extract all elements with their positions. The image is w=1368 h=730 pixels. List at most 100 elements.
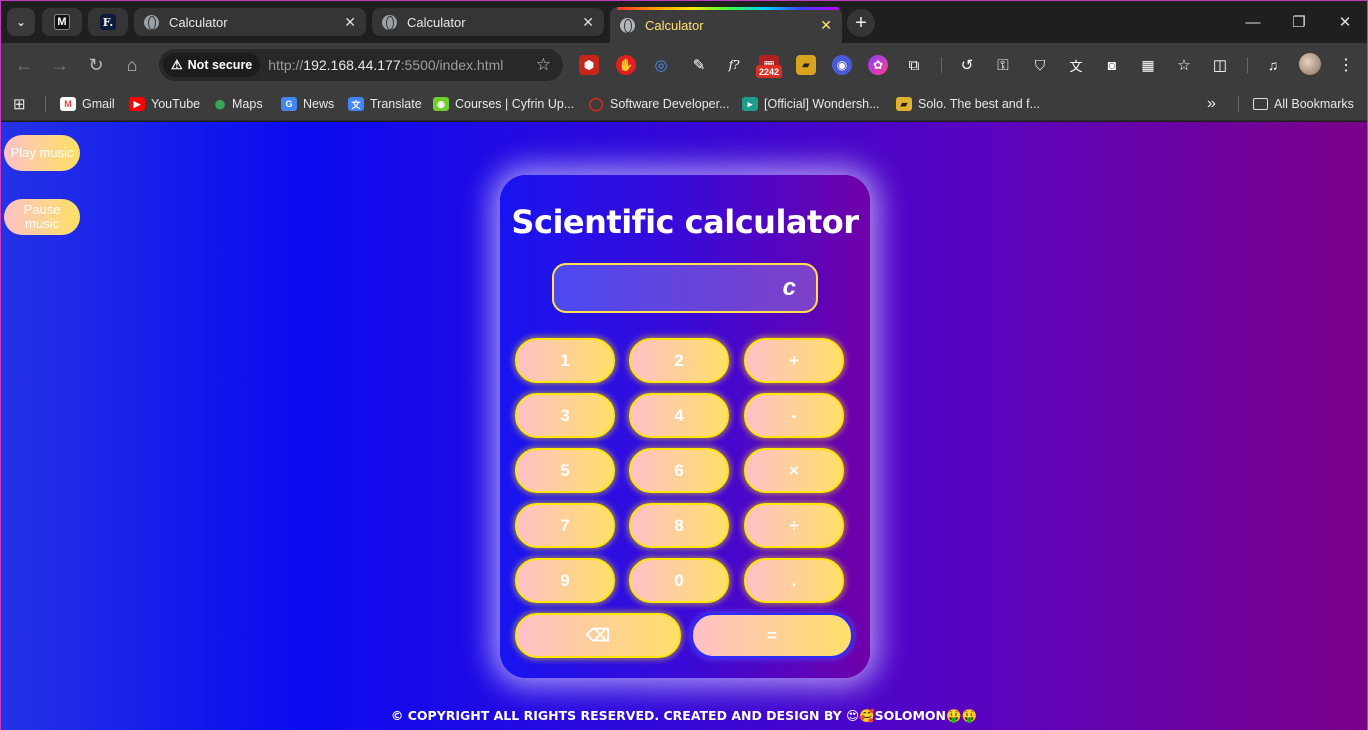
key-6[interactable]: 6 <box>629 448 729 493</box>
bookmark-label: Maps <box>232 97 263 111</box>
key-0[interactable]: 0 <box>629 558 729 603</box>
key-minus[interactable]: - <box>744 393 844 438</box>
window-close-button[interactable]: ✕ <box>1322 9 1368 35</box>
close-icon[interactable]: ✕ <box>820 17 832 34</box>
wondershare-icon: ▸ <box>742 97 758 111</box>
password-key-icon[interactable]: ⚿ <box>993 55 1013 75</box>
adblock-extension-icon[interactable]: ✋ <box>616 55 636 75</box>
side-panel-icon[interactable]: ◫ <box>1210 55 1230 75</box>
maps-pin-icon: ⬤ <box>214 98 226 109</box>
key-7[interactable]: 7 <box>515 503 615 548</box>
f-logo-icon: F. <box>100 14 116 30</box>
m-logo-icon: M <box>54 14 70 30</box>
bookmark-translate[interactable]: 文 Translate <box>348 94 422 114</box>
url-text[interactable]: http://192.168.44.177:5500/index.html <box>268 57 503 73</box>
tab-calculator-2[interactable]: Calculator ✕ <box>372 8 604 36</box>
history-icon[interactable]: ↺ <box>957 55 977 75</box>
bookmark-label: News <box>303 97 335 111</box>
close-icon[interactable]: ✕ <box>582 14 594 31</box>
font-extension-icon[interactable]: f? <box>724 55 744 75</box>
key-divide[interactable]: ÷ <box>744 503 844 548</box>
bookmark-wondershare[interactable]: ▸ [Official] Wondersh... <box>742 94 880 114</box>
lens-icon[interactable]: ◙ <box>1102 55 1122 75</box>
bookmark-youtube[interactable]: ▶ YouTube <box>129 94 200 114</box>
tab-calculator-1[interactable]: Calculator ✕ <box>134 8 366 36</box>
qr-code-icon[interactable]: ▦ <box>1138 55 1158 75</box>
close-icon[interactable]: ✕ <box>344 14 356 31</box>
globe-icon <box>144 14 159 30</box>
tab-calculator-active[interactable]: Calculator ✕ <box>610 7 842 43</box>
key-2[interactable]: 2 <box>629 338 729 383</box>
brain-extension-icon[interactable]: ✿ <box>868 55 888 75</box>
folder-icon <box>1253 98 1268 110</box>
more-menu-icon[interactable]: ⋮ <box>1336 55 1356 75</box>
key-equals[interactable]: = <box>691 613 853 658</box>
all-bookmarks-button[interactable]: All Bookmarks <box>1253 94 1354 114</box>
key-9[interactable]: 9 <box>515 558 615 603</box>
bookmark-solo[interactable]: ▰ Solo. The best and f... <box>896 94 1040 114</box>
bookmark-label: YouTube <box>151 97 201 111</box>
back-button[interactable]: ← <box>10 51 38 79</box>
bookmarks-divider <box>45 96 46 112</box>
minimize-button[interactable]: — <box>1230 9 1276 35</box>
profile-avatar[interactable] <box>1299 53 1321 75</box>
tab-title: Calculator <box>169 14 228 30</box>
extensions-puzzle-icon[interactable]: ⧉ <box>904 55 924 75</box>
apps-grid-icon[interactable]: ⊞ <box>13 94 26 114</box>
bookmark-label: Translate <box>370 97 422 111</box>
bookmark-cyfrin[interactable]: ◉ Courses | Cyfrin Up... <box>433 94 574 114</box>
calculator-title: Scientific calculator <box>511 203 859 241</box>
bookmarks-overflow-icon[interactable]: » <box>1207 94 1216 114</box>
key-1[interactable]: 1 <box>515 338 615 383</box>
bookmark-software-developer[interactable]: ◯ Software Developer... <box>588 94 730 114</box>
address-bar[interactable]: ⚠ Not secure http://192.168.44.177:5500/… <box>159 49 563 81</box>
pdf-extension-icon[interactable]: ⬢ <box>579 55 599 75</box>
reload-button[interactable]: ↻ <box>82 51 110 79</box>
pause-music-button[interactable]: Pause music <box>4 199 80 235</box>
new-tab-button[interactable]: + <box>847 9 875 37</box>
forward-button[interactable]: → <box>46 51 74 79</box>
key-decimal[interactable]: . <box>744 558 844 603</box>
media-control-icon[interactable]: ♫ <box>1263 55 1283 75</box>
key-3[interactable]: 3 <box>515 393 615 438</box>
translate-icon: 文 <box>348 97 364 111</box>
bookmark-maps[interactable]: ⬤ Maps <box>214 94 263 114</box>
key-8[interactable]: 8 <box>629 503 729 548</box>
youtube-icon: ▶ <box>129 97 145 111</box>
tab-group-indicator <box>617 7 839 10</box>
bookmark-news[interactable]: G News <box>281 94 334 114</box>
calculator-display[interactable]: c <box>552 263 818 313</box>
arrow-left-icon: ← <box>15 54 33 75</box>
url-host: 192.168.44.177 <box>303 57 401 73</box>
key-4[interactable]: 4 <box>629 393 729 438</box>
tab-title: Calculator <box>407 14 466 30</box>
bookmark-star-icon[interactable]: ☆ <box>536 55 551 75</box>
key-5[interactable]: 5 <box>515 448 615 493</box>
translate-icon[interactable]: 文 <box>1066 55 1086 75</box>
pinned-tab-f[interactable]: F. <box>88 8 128 36</box>
browser-toolbar: ← → ↻ ⌂ ⚠ Not secure http://192.168.44.1… <box>1 43 1367 87</box>
fingerprint-extension-icon[interactable]: ◎ <box>651 55 671 75</box>
news-icon: G <box>281 97 297 111</box>
favorites-icon[interactable]: ☆ <box>1174 55 1194 75</box>
key-backspace[interactable]: ⌫ <box>515 613 681 658</box>
tab-search-button[interactable]: ⌄ <box>7 8 35 36</box>
home-button[interactable]: ⌂ <box>118 51 146 79</box>
incognito-icon[interactable]: ⛉ <box>1030 55 1050 75</box>
site-info-button[interactable]: ⚠ Not secure <box>163 53 261 77</box>
solo-extension-icon[interactable]: ▰ <box>796 55 816 75</box>
play-music-button[interactable]: Play music <box>4 135 80 171</box>
reload-icon: ↻ <box>88 54 104 75</box>
bookmark-label: Courses | Cyfrin Up... <box>455 97 575 111</box>
security-label: Not secure <box>187 58 253 72</box>
eyedropper-extension-icon[interactable]: ✎ <box>689 55 709 75</box>
discord-extension-icon[interactable]: ◉ <box>832 55 852 75</box>
key-multiply[interactable]: × <box>744 448 844 493</box>
restore-icon: ❐ <box>1292 14 1306 31</box>
key-plus[interactable]: + <box>744 338 844 383</box>
pinned-tab-m[interactable]: M <box>42 8 82 36</box>
opera-icon: ◯ <box>588 96 604 111</box>
restore-button[interactable]: ❐ <box>1276 9 1322 35</box>
page-footer: © COPYRIGHT ALL RIGHTS RESERVED. CREATED… <box>390 708 978 723</box>
bookmark-gmail[interactable]: M Gmail <box>60 94 115 114</box>
